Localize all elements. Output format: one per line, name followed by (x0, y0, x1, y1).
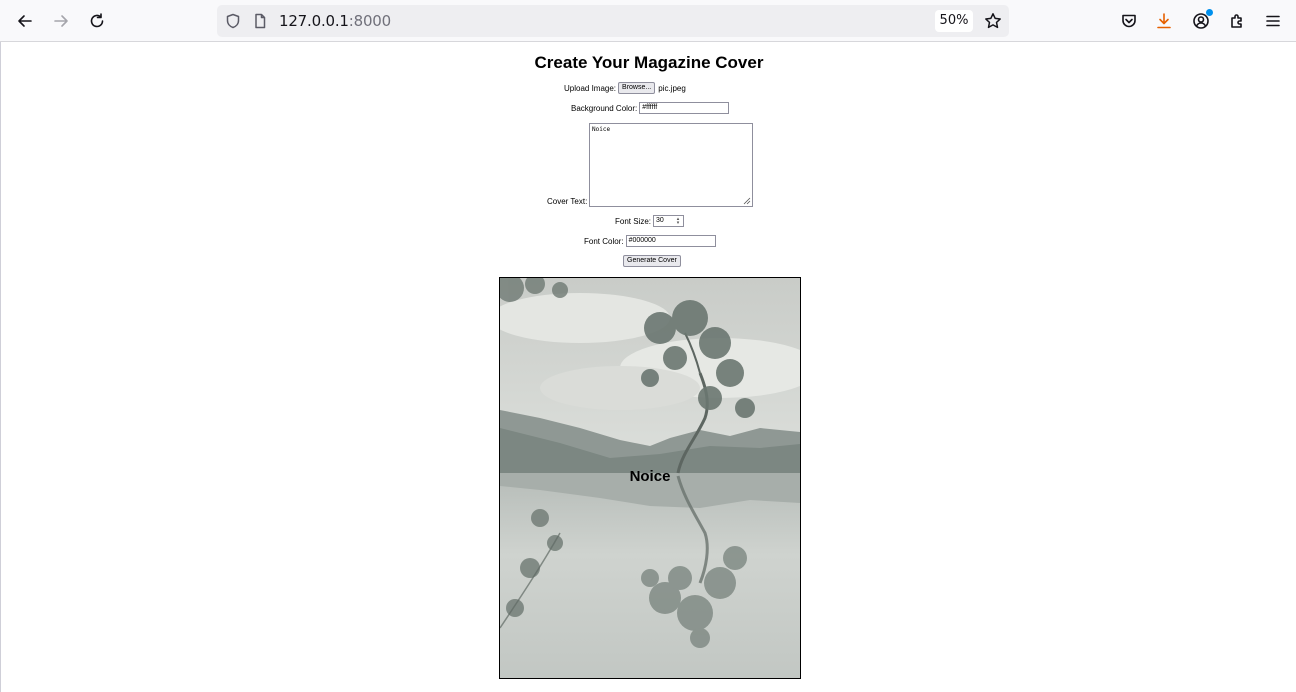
font-color-row: Font Color: #000000 (584, 235, 716, 247)
url-text[interactable]: 127.0.0.1:8000 (279, 12, 391, 30)
app-menu-button[interactable] (1259, 7, 1287, 35)
upload-row: Upload Image: Browse... pic.jpeg (564, 82, 686, 94)
back-button[interactable] (11, 7, 39, 35)
extensions-icon (1231, 14, 1242, 28)
font-size-value: 30 (656, 217, 664, 224)
cover-text-row: Cover Text: (547, 197, 589, 206)
notification-dot (1206, 9, 1213, 16)
magazine-cover: Noice (499, 277, 801, 679)
font-size-input[interactable]: 30 ▴ ▾ (653, 215, 685, 227)
font-color-label: Font Color: (584, 236, 624, 246)
upload-label: Upload Image: (564, 83, 617, 93)
account-button[interactable] (1187, 7, 1215, 35)
downloads-button[interactable] (1150, 7, 1178, 35)
download-icon (1157, 13, 1171, 29)
page-icon (251, 12, 269, 30)
cover-text-value: Noice (592, 126, 611, 133)
bg-color-row: Background Color: #ffffff (571, 102, 730, 114)
generate-row: Generate Cover (623, 255, 684, 267)
pocket-button[interactable] (1115, 7, 1143, 35)
bookmark-star-icon[interactable] (983, 11, 1003, 31)
bg-color-input[interactable]: #ffffff (639, 102, 730, 114)
reload-button[interactable] (83, 7, 111, 35)
hamburger-menu-icon (1266, 15, 1280, 27)
browser-toolbar: 127.0.0.1:8000 50% (0, 0, 1296, 42)
reload-icon (90, 13, 104, 28)
url-host: 127.0.0.1 (279, 12, 349, 30)
cover-text-label: Cover Text: (547, 197, 588, 206)
url-port: :8000 (348, 12, 391, 30)
spinner-arrows-icon[interactable]: ▴ ▾ (674, 217, 682, 226)
extensions-button[interactable] (1223, 7, 1251, 35)
generate-cover-button[interactable]: Generate Cover (623, 255, 681, 267)
resize-grip-icon[interactable] (743, 197, 751, 205)
file-name: pic.jpeg (658, 83, 686, 93)
cover-text-textarea[interactable]: Noice (589, 123, 753, 207)
shield-icon[interactable] (224, 12, 242, 30)
font-size-label: Font Size: (615, 216, 652, 226)
url-bar[interactable]: 127.0.0.1:8000 50% (217, 5, 1009, 37)
font-color-input[interactable]: #000000 (625, 235, 716, 247)
browse-button[interactable]: Browse... (618, 82, 656, 94)
forward-arrow-icon (54, 15, 68, 27)
forward-button[interactable] (47, 7, 75, 35)
bg-color-label: Background Color: (571, 103, 638, 113)
page-title: Create Your Magazine Cover (534, 53, 764, 72)
font-size-row: Font Size: 30 ▴ ▾ (615, 215, 685, 227)
cover-title-text: Noice (629, 468, 671, 485)
back-arrow-icon (18, 15, 32, 27)
pocket-icon (1122, 14, 1136, 28)
page-content: Create Your Magazine Cover Upload Image:… (0, 42, 1296, 692)
zoom-level-badge[interactable]: 50% (935, 10, 973, 32)
